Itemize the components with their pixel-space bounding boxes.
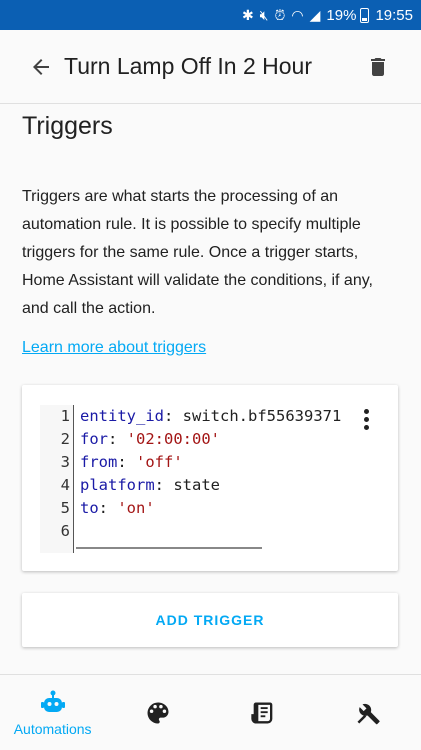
nav-item-automations[interactable]: Automations — [0, 675, 105, 750]
yaml-key: platform — [80, 476, 155, 494]
robot-icon — [40, 690, 65, 712]
code-line: 3 from: 'off' — [40, 451, 183, 474]
nav-item-scripts[interactable] — [211, 675, 316, 750]
yaml-value: 'on' — [117, 499, 155, 517]
code-line: 5 to: 'on' — [40, 497, 155, 520]
yaml-value: state — [173, 476, 220, 494]
trigger-card: 1 entity_id: switch.bf55639371 2 for: '0… — [22, 385, 398, 571]
learn-more-link[interactable]: Learn more about triggers — [22, 339, 206, 357]
delete-button[interactable] — [358, 47, 398, 87]
line-number: 1 — [60, 407, 70, 425]
battery-percent: 19% — [326, 6, 357, 24]
yaml-key: from — [80, 453, 118, 471]
back-button[interactable] — [20, 46, 62, 88]
more-options-button[interactable] — [354, 407, 378, 431]
tools-icon — [357, 703, 381, 724]
yaml-key: entity_id — [80, 407, 164, 425]
app-bar: Turn Lamp Off In 2 Hour — [0, 30, 421, 104]
nav-item-themes[interactable] — [105, 675, 210, 750]
section-title: Triggers — [22, 112, 113, 140]
code-line: 4 platform: state — [40, 474, 220, 497]
arrow-back-icon — [33, 58, 49, 75]
code-line: 6 — [40, 520, 70, 543]
line-number: 2 — [60, 430, 70, 448]
battery-icon — [360, 7, 370, 23]
code-line: 2 for: '02:00:00' — [40, 428, 220, 451]
status-icons: ✱ 🔇︎ ⏰︎ ◠ ◢ — [242, 8, 320, 22]
yaml-editor[interactable]: 1 entity_id: switch.bf55639371 2 for: '0… — [40, 405, 360, 553]
horizontal-scrollbar[interactable] — [76, 547, 262, 549]
yaml-value: 'off' — [136, 453, 183, 471]
alarm-icon: ⏰︎ — [274, 7, 286, 23]
wifi-icon: ◠ — [291, 7, 304, 23]
more-vert-icon — [363, 408, 369, 414]
section-description: Triggers are what starts the processing … — [22, 188, 373, 317]
status-bar: ✱ 🔇︎ ⏰︎ ◠ ◢ 19% 19:55 — [0, 0, 421, 30]
line-number: 5 — [60, 499, 70, 517]
content: Triggers Triggers are what starts the pr… — [0, 104, 421, 674]
yaml-value: switch.bf55639371 — [182, 407, 342, 425]
mute-icon: 🔇︎ — [259, 7, 269, 23]
nav-label-automations: Automations — [13, 720, 92, 737]
palette-icon — [147, 702, 169, 723]
yaml-value: '02:00:00' — [126, 430, 220, 448]
line-number: 4 — [60, 476, 70, 494]
yaml-key: to — [80, 499, 99, 517]
trash-icon — [371, 57, 385, 76]
page-title: Turn Lamp Off In 2 Hour — [64, 53, 313, 79]
add-trigger-button[interactable]: ADD TRIGGER — [156, 612, 265, 628]
line-number: 6 — [60, 522, 70, 540]
line-number: 3 — [60, 453, 70, 471]
code-line: 1 entity_id: switch.bf55639371 — [40, 405, 342, 428]
yaml-key: for — [80, 430, 108, 448]
signal-icon: ◢ — [309, 7, 321, 23]
clock: 19:55 — [375, 6, 413, 24]
bluetooth-icon: ✱ — [241, 7, 254, 23]
add-trigger-card: ADD TRIGGER — [22, 593, 398, 647]
nav-item-settings[interactable] — [316, 675, 421, 750]
script-icon — [251, 702, 273, 723]
bottom-nav: Automations — [0, 674, 421, 750]
